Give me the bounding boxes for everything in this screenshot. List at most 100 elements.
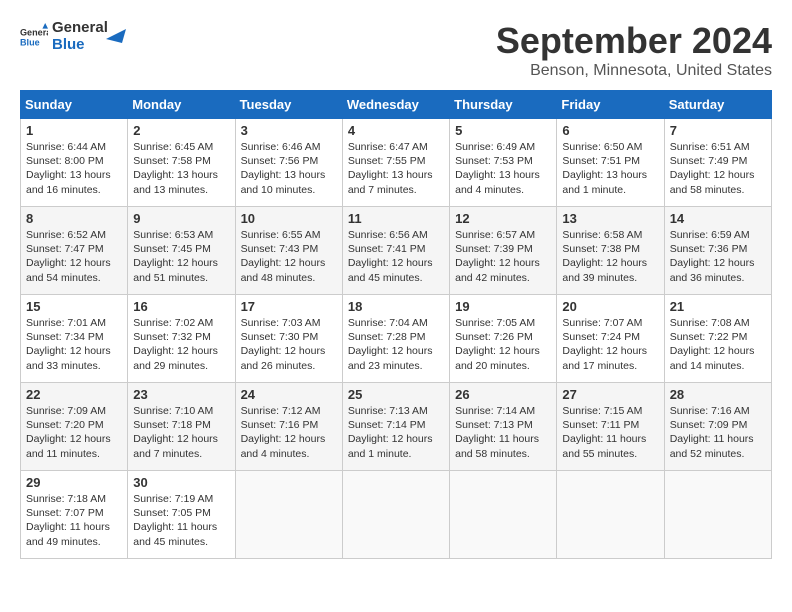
calendar-cell: 17 Sunrise: 7:03 AM Sunset: 7:30 PM Dayli…	[235, 295, 342, 383]
day-number: 23	[133, 387, 229, 402]
calendar-cell: 15 Sunrise: 7:01 AM Sunset: 7:34 PM Dayli…	[21, 295, 128, 383]
calendar-cell: 7 Sunrise: 6:51 AM Sunset: 7:49 PM Daylig…	[664, 119, 771, 207]
calendar-cell: 30Sunrise: 7:19 AM Sunset: 7:05 PM Dayli…	[128, 471, 235, 559]
calendar-cell: 23Sunrise: 7:10 AM Sunset: 7:18 PM Dayli…	[128, 383, 235, 471]
day-info: Sunrise: 6:51 AM Sunset: 7:49 PM Dayligh…	[670, 140, 766, 197]
day-number: 29	[26, 475, 122, 490]
day-number: 16	[133, 299, 229, 314]
calendar-cell: 10Sunrise: 6:55 AM Sunset: 7:43 PM Dayli…	[235, 207, 342, 295]
calendar-week-row: 22 Sunrise: 7:09 AM Sunset: 7:20 PM Dayli…	[21, 383, 772, 471]
day-number: 24	[241, 387, 337, 402]
day-number: 2	[133, 123, 229, 138]
day-info: Sunrise: 7:16 AM Sunset: 7:09 PM Dayligh…	[670, 404, 766, 461]
day-info: Sunrise: 7:18 AM Sunset: 7:07 PM Dayligh…	[26, 492, 122, 549]
logo-icon: General Blue	[20, 23, 48, 51]
day-info: Sunrise: 6:44 AM Sunset: 8:00 PM Dayligh…	[26, 140, 122, 197]
day-number: 9	[133, 211, 229, 226]
day-number: 27	[562, 387, 658, 402]
calendar-cell: 16 Sunrise: 7:02 AM Sunset: 7:32 PM Dayli…	[128, 295, 235, 383]
calendar-cell	[557, 471, 664, 559]
calendar-cell: 5 Sunrise: 6:49 AM Sunset: 7:53 PM Daylig…	[450, 119, 557, 207]
day-info: Sunrise: 6:53 AM Sunset: 7:45 PM Dayligh…	[133, 228, 229, 285]
calendar-cell	[450, 471, 557, 559]
calendar-cell: 4 Sunrise: 6:47 AM Sunset: 7:55 PM Daylig…	[342, 119, 449, 207]
day-info: Sunrise: 6:52 AM Sunset: 7:47 PM Dayligh…	[26, 228, 122, 285]
day-number: 20	[562, 299, 658, 314]
calendar-cell: 19 Sunrise: 7:05 AM Sunset: 7:26 PM Dayli…	[450, 295, 557, 383]
day-number: 4	[348, 123, 444, 138]
day-info: Sunrise: 7:15 AM Sunset: 7:11 PM Dayligh…	[562, 404, 658, 461]
day-info: Sunrise: 7:19 AM Sunset: 7:05 PM Dayligh…	[133, 492, 229, 549]
day-number: 18	[348, 299, 444, 314]
title-area: September 2024 Benson, Minnesota, United…	[496, 20, 772, 80]
day-info: Sunrise: 7:14 AM Sunset: 7:13 PM Dayligh…	[455, 404, 551, 461]
day-info: Sunrise: 7:13 AM Sunset: 7:14 PM Dayligh…	[348, 404, 444, 461]
calendar-cell: 12Sunrise: 6:57 AM Sunset: 7:39 PM Dayli…	[450, 207, 557, 295]
svg-text:General: General	[20, 27, 48, 37]
calendar-week-row: 1 Sunrise: 6:44 AM Sunset: 8:00 PM Daylig…	[21, 119, 772, 207]
day-info: Sunrise: 6:45 AM Sunset: 7:58 PM Dayligh…	[133, 140, 229, 197]
calendar-cell: 27 Sunrise: 7:15 AM Sunset: 7:11 PM Dayli…	[557, 383, 664, 471]
day-info: Sunrise: 7:05 AM Sunset: 7:26 PM Dayligh…	[455, 316, 551, 373]
calendar-cell: 28 Sunrise: 7:16 AM Sunset: 7:09 PM Dayli…	[664, 383, 771, 471]
day-number: 7	[670, 123, 766, 138]
calendar-cell: 14 Sunrise: 6:59 AM Sunset: 7:36 PM Dayli…	[664, 207, 771, 295]
day-number: 8	[26, 211, 122, 226]
calendar-week-row: 8 Sunrise: 6:52 AM Sunset: 7:47 PM Daylig…	[21, 207, 772, 295]
day-info: Sunrise: 7:01 AM Sunset: 7:34 PM Dayligh…	[26, 316, 122, 373]
day-number: 19	[455, 299, 551, 314]
logo-text-blue: Blue	[52, 37, 108, 54]
weekday-header-thursday: Thursday	[450, 91, 557, 119]
calendar-cell	[342, 471, 449, 559]
day-number: 5	[455, 123, 551, 138]
day-number: 28	[670, 387, 766, 402]
calendar-cell: 3Sunrise: 6:46 AM Sunset: 7:56 PM Daylig…	[235, 119, 342, 207]
day-info: Sunrise: 7:08 AM Sunset: 7:22 PM Dayligh…	[670, 316, 766, 373]
calendar-cell: 26Sunrise: 7:14 AM Sunset: 7:13 PM Dayli…	[450, 383, 557, 471]
calendar-cell: 24 Sunrise: 7:12 AM Sunset: 7:16 PM Dayli…	[235, 383, 342, 471]
day-info: Sunrise: 6:55 AM Sunset: 7:43 PM Dayligh…	[241, 228, 337, 285]
weekday-header-saturday: Saturday	[664, 91, 771, 119]
day-info: Sunrise: 7:04 AM Sunset: 7:28 PM Dayligh…	[348, 316, 444, 373]
weekday-header-monday: Monday	[128, 91, 235, 119]
weekday-header-friday: Friday	[557, 91, 664, 119]
header: General Blue General Blue September 2024…	[20, 20, 772, 80]
day-number: 21	[670, 299, 766, 314]
day-info: Sunrise: 7:07 AM Sunset: 7:24 PM Dayligh…	[562, 316, 658, 373]
calendar-cell: 29 Sunrise: 7:18 AM Sunset: 7:07 PM Dayli…	[21, 471, 128, 559]
day-number: 14	[670, 211, 766, 226]
calendar-cell: 1 Sunrise: 6:44 AM Sunset: 8:00 PM Daylig…	[21, 119, 128, 207]
weekday-header-tuesday: Tuesday	[235, 91, 342, 119]
day-number: 15	[26, 299, 122, 314]
day-number: 12	[455, 211, 551, 226]
day-number: 6	[562, 123, 658, 138]
day-info: Sunrise: 6:46 AM Sunset: 7:56 PM Dayligh…	[241, 140, 337, 197]
calendar-cell: 18 Sunrise: 7:04 AM Sunset: 7:28 PM Dayli…	[342, 295, 449, 383]
calendar-week-row: 29 Sunrise: 7:18 AM Sunset: 7:07 PM Dayli…	[21, 471, 772, 559]
day-info: Sunrise: 7:03 AM Sunset: 7:30 PM Dayligh…	[241, 316, 337, 373]
calendar-cell: 22 Sunrise: 7:09 AM Sunset: 7:20 PM Dayli…	[21, 383, 128, 471]
location-title: Benson, Minnesota, United States	[496, 62, 772, 80]
day-info: Sunrise: 6:59 AM Sunset: 7:36 PM Dayligh…	[670, 228, 766, 285]
weekday-header-sunday: Sunday	[21, 91, 128, 119]
calendar-cell: 2 Sunrise: 6:45 AM Sunset: 7:58 PM Daylig…	[128, 119, 235, 207]
day-number: 17	[241, 299, 337, 314]
calendar-cell: 9 Sunrise: 6:53 AM Sunset: 7:45 PM Daylig…	[128, 207, 235, 295]
day-info: Sunrise: 7:12 AM Sunset: 7:16 PM Dayligh…	[241, 404, 337, 461]
svg-text:Blue: Blue	[20, 37, 40, 47]
calendar-cell: 6Sunrise: 6:50 AM Sunset: 7:51 PM Daylig…	[557, 119, 664, 207]
day-number: 11	[348, 211, 444, 226]
day-info: Sunrise: 7:02 AM Sunset: 7:32 PM Dayligh…	[133, 316, 229, 373]
calendar-cell	[664, 471, 771, 559]
weekday-header-row: SundayMondayTuesdayWednesdayThursdayFrid…	[21, 91, 772, 119]
calendar-week-row: 15 Sunrise: 7:01 AM Sunset: 7:34 PM Dayli…	[21, 295, 772, 383]
day-number: 22	[26, 387, 122, 402]
day-number: 1	[26, 123, 122, 138]
logo: General Blue General Blue	[20, 20, 126, 53]
calendar-cell: 21 Sunrise: 7:08 AM Sunset: 7:22 PM Dayli…	[664, 295, 771, 383]
day-info: Sunrise: 6:47 AM Sunset: 7:55 PM Dayligh…	[348, 140, 444, 197]
day-info: Sunrise: 6:49 AM Sunset: 7:53 PM Dayligh…	[455, 140, 551, 197]
day-info: Sunrise: 7:09 AM Sunset: 7:20 PM Dayligh…	[26, 404, 122, 461]
calendar-cell	[235, 471, 342, 559]
calendar-cell: 11Sunrise: 6:56 AM Sunset: 7:41 PM Dayli…	[342, 207, 449, 295]
